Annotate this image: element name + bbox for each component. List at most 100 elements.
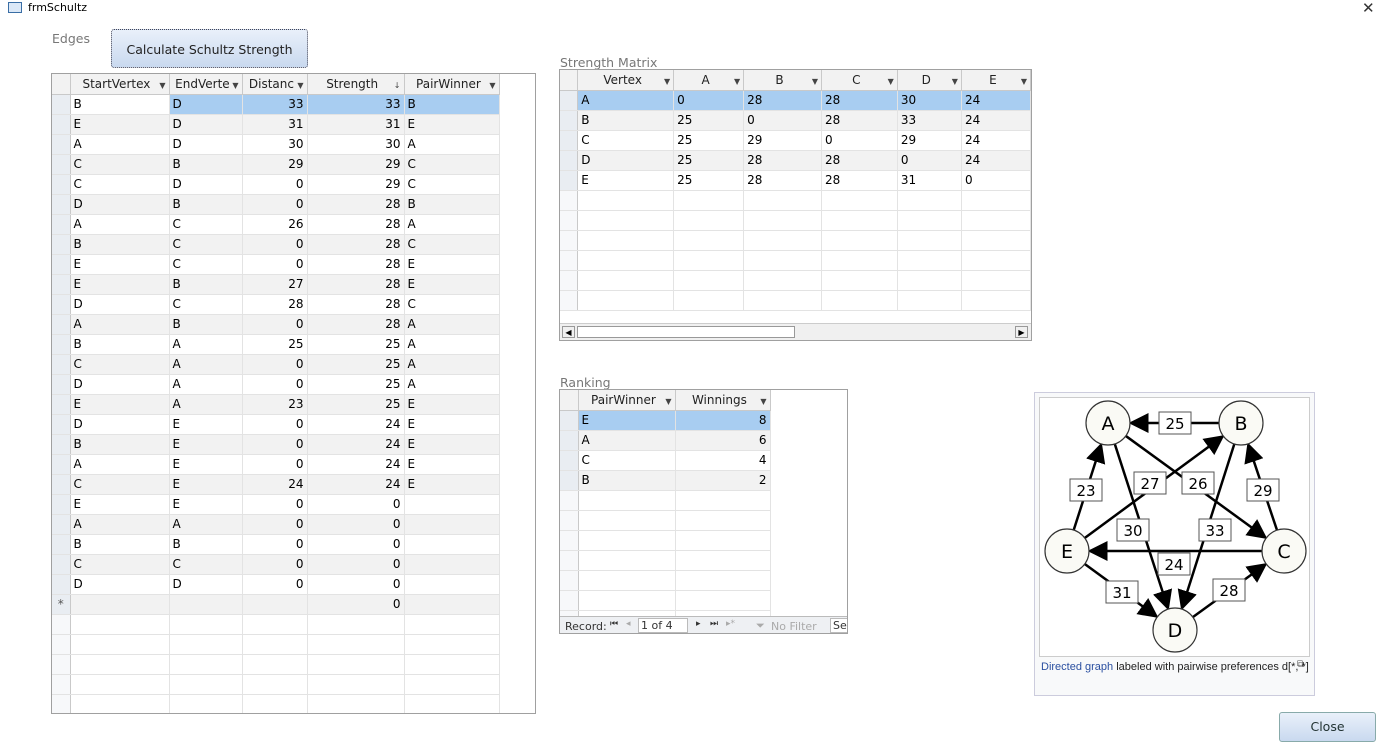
cell[interactable]: 28 bbox=[242, 294, 308, 315]
dropdown-arrow-icon[interactable]: ▼ bbox=[297, 81, 303, 90]
cell[interactable]: A bbox=[70, 214, 170, 235]
dropdown-arrow-icon[interactable]: ▼ bbox=[734, 77, 740, 86]
cell[interactable]: 0 bbox=[743, 110, 822, 131]
row-selector[interactable] bbox=[52, 394, 71, 415]
cell[interactable]: E bbox=[169, 494, 243, 515]
cell[interactable]: 6 bbox=[675, 430, 771, 451]
row-selector[interactable] bbox=[560, 410, 579, 431]
cell[interactable]: D bbox=[70, 194, 170, 215]
table-row[interactable]: E D 31 31 E bbox=[52, 114, 500, 135]
column-header-0[interactable]: Vertex ▼ bbox=[577, 70, 675, 91]
strength-matrix-datasheet[interactable]: Vertex ▼ A ▼ B ▼ C ▼ D ▼ E ▼ A 0 28 28 30 24 B 25 0 28 33 24 C 25… bbox=[559, 69, 1032, 341]
cell[interactable]: B bbox=[70, 434, 170, 455]
select-all[interactable] bbox=[52, 74, 71, 95]
cell[interactable]: 30 bbox=[307, 134, 405, 155]
cell[interactable]: 0 bbox=[821, 130, 898, 151]
cell[interactable]: 0 bbox=[242, 174, 308, 195]
row-selector[interactable] bbox=[560, 110, 579, 131]
cell[interactable]: E bbox=[70, 274, 170, 295]
row-selector[interactable] bbox=[52, 274, 71, 295]
column-header-2[interactable]: B ▼ bbox=[743, 70, 822, 91]
cell[interactable]: A bbox=[404, 334, 500, 355]
column-header-0[interactable]: PairWinner ▼ bbox=[578, 390, 676, 411]
dropdown-arrow-icon[interactable]: ▼ bbox=[232, 81, 238, 90]
next-record-button[interactable]: ▸ bbox=[696, 619, 701, 629]
cell[interactable]: 25 bbox=[307, 394, 405, 415]
table-row[interactable]: D 25 28 28 0 24 bbox=[560, 150, 1031, 171]
cell[interactable]: E bbox=[577, 170, 675, 191]
cell[interactable]: A bbox=[169, 354, 243, 375]
cell[interactable]: 0 bbox=[242, 454, 308, 475]
cell[interactable]: 0 bbox=[307, 534, 405, 555]
cell[interactable]: B bbox=[577, 110, 675, 131]
cell[interactable] bbox=[404, 574, 500, 595]
row-selector[interactable] bbox=[560, 90, 579, 111]
cell[interactable]: 2 bbox=[675, 470, 771, 491]
cell[interactable]: A bbox=[169, 514, 243, 535]
cell[interactable]: 25 bbox=[673, 170, 745, 191]
cell[interactable]: C bbox=[70, 154, 170, 175]
cell[interactable]: B bbox=[169, 194, 243, 215]
cell[interactable]: E bbox=[169, 454, 243, 475]
dropdown-arrow-icon[interactable]: ▼ bbox=[888, 77, 894, 86]
cell[interactable]: C bbox=[169, 234, 243, 255]
cell[interactable]: C bbox=[404, 174, 500, 195]
table-row[interactable]: BB00 bbox=[52, 534, 500, 555]
column-header-2[interactable]: Distanc ▼ bbox=[242, 74, 308, 95]
cell[interactable]: B bbox=[70, 94, 170, 115]
cell[interactable]: 0 bbox=[242, 554, 308, 575]
cell[interactable]: E bbox=[404, 474, 500, 495]
cell[interactable]: 28 bbox=[821, 150, 898, 171]
cell[interactable] bbox=[404, 554, 500, 575]
cell[interactable]: D bbox=[169, 574, 243, 595]
sort-descending-icon[interactable]: ↓ bbox=[394, 81, 401, 90]
table-row[interactable]: C D 0 29 C bbox=[52, 174, 500, 195]
cell[interactable]: 28 bbox=[821, 110, 898, 131]
row-selector[interactable] bbox=[560, 430, 579, 451]
cell[interactable]: C bbox=[404, 154, 500, 175]
cell[interactable]: 0 bbox=[897, 150, 962, 171]
cell[interactable]: D bbox=[70, 294, 170, 315]
cell[interactable]: 0 bbox=[242, 414, 308, 435]
table-row[interactable]: C 25 29 0 29 24 bbox=[560, 130, 1031, 151]
cell[interactable]: 0 bbox=[307, 574, 405, 595]
cell[interactable]: 29 bbox=[307, 174, 405, 195]
cell[interactable]: C bbox=[577, 130, 675, 151]
row-selector[interactable] bbox=[52, 214, 71, 235]
table-row[interactable]: CC00 bbox=[52, 554, 500, 575]
cell[interactable]: 28 bbox=[307, 254, 405, 275]
directed-graph-link[interactable]: Directed graph bbox=[1041, 661, 1113, 673]
row-selector[interactable] bbox=[52, 194, 71, 215]
cell[interactable]: 0 bbox=[673, 90, 745, 111]
cell[interactable]: C bbox=[169, 254, 243, 275]
cell[interactable]: A bbox=[169, 394, 243, 415]
cell[interactable]: A bbox=[404, 374, 500, 395]
cell[interactable]: 24 bbox=[242, 474, 308, 495]
table-row[interactable]: B E 0 24 E bbox=[52, 434, 500, 455]
cell[interactable]: 0 bbox=[242, 494, 308, 515]
cell[interactable]: 28 bbox=[743, 170, 822, 191]
cell[interactable]: 0 bbox=[961, 170, 1031, 191]
cell[interactable]: C bbox=[404, 234, 500, 255]
scroll-right-button[interactable]: ▶ bbox=[1015, 326, 1028, 338]
table-row[interactable]: E A 23 25 E bbox=[52, 394, 500, 415]
table-row[interactable]: A E 0 24 E bbox=[52, 454, 500, 475]
cell[interactable]: E bbox=[404, 434, 500, 455]
cell[interactable]: C bbox=[169, 214, 243, 235]
cell[interactable]: 28 bbox=[743, 150, 822, 171]
table-row[interactable]: C A 0 25 A bbox=[52, 354, 500, 375]
column-header-3[interactable]: Strength ↓ bbox=[307, 74, 405, 95]
dropdown-arrow-icon[interactable]: ▼ bbox=[760, 397, 766, 406]
dropdown-arrow-icon[interactable]: ▼ bbox=[952, 77, 958, 86]
cell[interactable]: A bbox=[404, 314, 500, 335]
cell[interactable]: E bbox=[404, 414, 500, 435]
cell[interactable]: D bbox=[169, 94, 243, 115]
cell[interactable]: 25 bbox=[307, 374, 405, 395]
cell[interactable]: 0 bbox=[242, 354, 308, 375]
table-row[interactable]: D A 0 25 A bbox=[52, 374, 500, 395]
table-row[interactable]: D C 28 28 C bbox=[52, 294, 500, 315]
table-row[interactable]: C4 bbox=[560, 450, 771, 471]
table-row[interactable]: E B 27 28 E bbox=[52, 274, 500, 295]
cell[interactable]: 28 bbox=[307, 274, 405, 295]
row-selector[interactable] bbox=[52, 314, 71, 335]
